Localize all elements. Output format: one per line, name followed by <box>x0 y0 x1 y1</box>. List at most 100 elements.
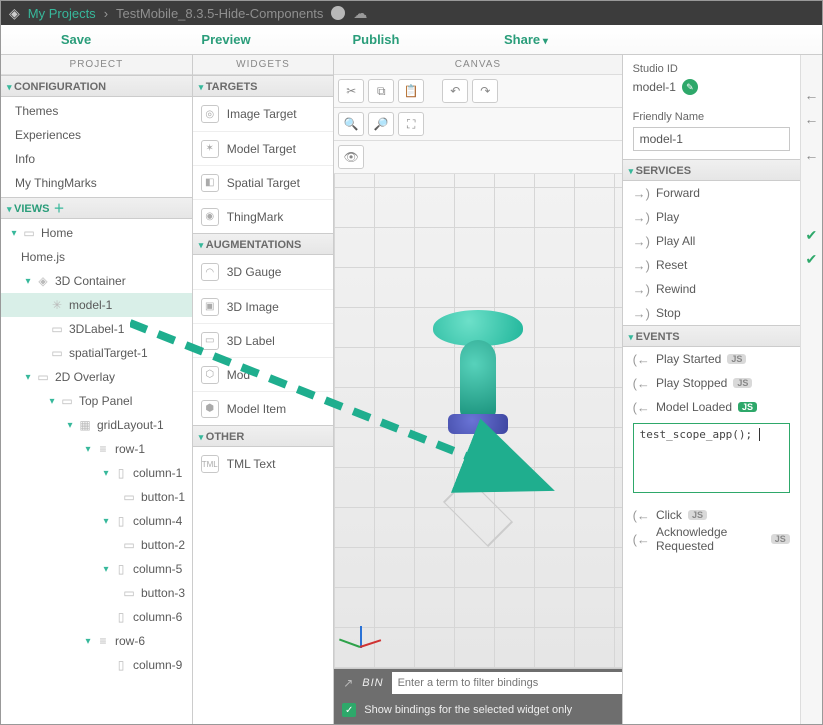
section-configuration[interactable]: CONFIGURATION <box>1 75 192 97</box>
button-icon: ▭ <box>121 537 137 553</box>
widget-model-item[interactable]: ⬢Model Item <box>193 391 334 425</box>
tree-column-5[interactable]: ▾▯column-5 <box>1 557 192 581</box>
tree-row-6[interactable]: ▾≡row-6 <box>1 629 192 653</box>
friendly-name-input[interactable] <box>633 127 790 151</box>
tool-undo[interactable]: ↶ <box>442 79 468 103</box>
service-reset[interactable]: →)Reset <box>623 253 800 277</box>
widget-image-target[interactable]: ◎Image Target <box>193 97 334 131</box>
tool-visibility[interactable]: 👁 <box>338 145 364 169</box>
js-badge[interactable]: JS <box>733 378 752 388</box>
tool-paste[interactable]: 📋 <box>398 79 424 103</box>
tree-3dlabel-1[interactable]: ▭3DLabel-1 <box>1 317 192 341</box>
tree-column-9[interactable]: ▯column-9 <box>1 653 192 677</box>
canvas-3d-viewport[interactable] <box>334 174 621 668</box>
gutter-arrow-icon[interactable]: ← <box>804 111 818 129</box>
widget-3d-gauge[interactable]: ◠3D Gauge <box>193 255 334 289</box>
js-badge[interactable]: JS <box>727 354 746 364</box>
gutter-arrow-icon[interactable]: ← <box>804 87 818 105</box>
bindings-popout-icon[interactable]: ↗ <box>334 676 362 690</box>
tool-zoom-in[interactable]: 🔍 <box>338 112 364 136</box>
service-play[interactable]: →)Play <box>623 205 800 229</box>
tree-home-js[interactable]: Home.js <box>1 245 192 269</box>
title-bar: ◈ My Projects › TestMobile_8.3.5-Hide-Co… <box>1 1 822 25</box>
widget-3d-image[interactable]: ▣3D Image <box>193 289 334 323</box>
section-views[interactable]: VIEWS＋ <box>1 197 192 219</box>
tool-redo[interactable]: ↷ <box>472 79 498 103</box>
widget-spatial-target[interactable]: ◧Spatial Target <box>193 165 334 199</box>
edit-studio-id-icon[interactable]: ✎ <box>682 79 698 95</box>
floor-marker-icon <box>443 477 513 547</box>
spatial-target-icon: ◧ <box>201 174 219 192</box>
overlay-icon: ▭ <box>35 369 51 385</box>
gutter-arrow-ok-icon[interactable]: ✔ <box>805 251 817 269</box>
tree-2d-overlay[interactable]: ▾▭2D Overlay <box>1 365 192 389</box>
service-forward[interactable]: →)Forward <box>623 181 800 205</box>
breadcrumb-project[interactable]: TestMobile_8.3.5-Hide-Components <box>116 6 323 21</box>
service-arrow-icon: →) <box>633 186 650 201</box>
tree-model-1[interactable]: ✳model-1 <box>1 293 192 317</box>
section-events[interactable]: EVENTS <box>623 325 800 347</box>
service-rewind[interactable]: →)Rewind <box>623 277 800 301</box>
service-play-all[interactable]: →)Play All <box>623 229 800 253</box>
tool-copy[interactable]: ⧉ <box>368 79 394 103</box>
label-icon: ▭ <box>49 321 65 337</box>
menu-share[interactable]: Share <box>451 25 601 54</box>
bindings-filter-input[interactable] <box>392 672 622 694</box>
gutter-arrow-ok-icon[interactable]: ✔ <box>805 227 817 245</box>
menu-preview[interactable]: Preview <box>151 25 301 54</box>
event-play-stopped[interactable]: (←Play StoppedJS <box>623 371 800 395</box>
menu-save[interactable]: Save <box>1 25 151 54</box>
event-play-started[interactable]: (←Play StartedJS <box>623 347 800 371</box>
tree-home[interactable]: ▾▭Home <box>1 221 192 245</box>
breadcrumb-root[interactable]: My Projects <box>28 6 96 21</box>
section-targets[interactable]: TARGETS <box>193 75 334 97</box>
js-badge-active[interactable]: JS <box>738 402 757 412</box>
service-arrow-icon: →) <box>633 210 650 225</box>
tree-gridlayout-1[interactable]: ▾▦gridLayout-1 <box>1 413 192 437</box>
tree-button-3[interactable]: ▭button-3 <box>1 581 192 605</box>
tree-top-panel[interactable]: ▾▭Top Panel <box>1 389 192 413</box>
tree-column-1[interactable]: ▾▯column-1 <box>1 461 192 485</box>
widget-model-target[interactable]: ✶Model Target <box>193 131 334 165</box>
widget-model[interactable]: ⬡Mod <box>193 357 334 391</box>
model-3d-preview[interactable] <box>433 310 523 434</box>
tree-3d-container[interactable]: ▾◈3D Container <box>1 269 192 293</box>
config-experiences[interactable]: Experiences <box>1 123 192 147</box>
grid-icon: ▦ <box>77 417 93 433</box>
event-model-loaded[interactable]: (←Model LoadedJS <box>623 395 800 419</box>
event-js-expression-input[interactable]: test_scope_app(); <box>633 423 790 493</box>
gutter-arrow-icon[interactable]: ← <box>804 147 818 165</box>
config-thingmarks[interactable]: My ThingMarks <box>1 171 192 195</box>
event-arrow-icon: (← <box>633 352 650 367</box>
tree-spatialtarget-1[interactable]: ▭spatialTarget-1 <box>1 341 192 365</box>
tool-fit[interactable]: ⛶ <box>398 112 424 136</box>
section-services[interactable]: SERVICES <box>623 159 800 181</box>
widget-thingmark[interactable]: ◉ThingMark <box>193 199 334 233</box>
cloud-icon[interactable]: ☁ <box>353 5 367 22</box>
config-themes[interactable]: Themes <box>1 99 192 123</box>
js-badge[interactable]: JS <box>771 534 790 544</box>
section-augmentations[interactable]: AUGMENTATIONS <box>193 233 334 255</box>
axes-gizmo-icon[interactable] <box>346 616 386 656</box>
bindings-filter-checkbox[interactable]: ✓ <box>342 703 356 717</box>
widget-tml-text[interactable]: TMLTML Text <box>193 447 334 481</box>
thingmark-icon: ◉ <box>201 208 219 226</box>
menu-publish[interactable]: Publish <box>301 25 451 54</box>
config-info[interactable]: Info <box>1 147 192 171</box>
section-other[interactable]: OTHER <box>193 425 334 447</box>
tool-cut[interactable]: ✂ <box>338 79 364 103</box>
js-badge[interactable]: JS <box>688 510 707 520</box>
tree-button-2[interactable]: ▭button-2 <box>1 533 192 557</box>
event-click[interactable]: (←ClickJS <box>623 503 800 527</box>
service-stop[interactable]: →)Stop <box>623 301 800 325</box>
add-view-icon[interactable]: ＋ <box>53 203 64 215</box>
tree-row-1[interactable]: ▾≡row-1 <box>1 437 192 461</box>
widget-3d-label[interactable]: ▭3D Label <box>193 323 334 357</box>
canvas-panel: CANVAS ✂ ⧉ 📋 ↶ ↷ 🔍 🔎 ⛶ 👁 <box>334 55 622 724</box>
tree-column-4[interactable]: ▾▯column-4 <box>1 509 192 533</box>
tool-zoom-out[interactable]: 🔎 <box>368 112 394 136</box>
event-ack-requested[interactable]: (←Acknowledge RequestedJS <box>623 527 800 551</box>
tree-column-6[interactable]: ▯column-6 <box>1 605 192 629</box>
tree-button-1[interactable]: ▭button-1 <box>1 485 192 509</box>
bindings-filter-label: Show bindings for the selected widget on… <box>364 704 572 716</box>
